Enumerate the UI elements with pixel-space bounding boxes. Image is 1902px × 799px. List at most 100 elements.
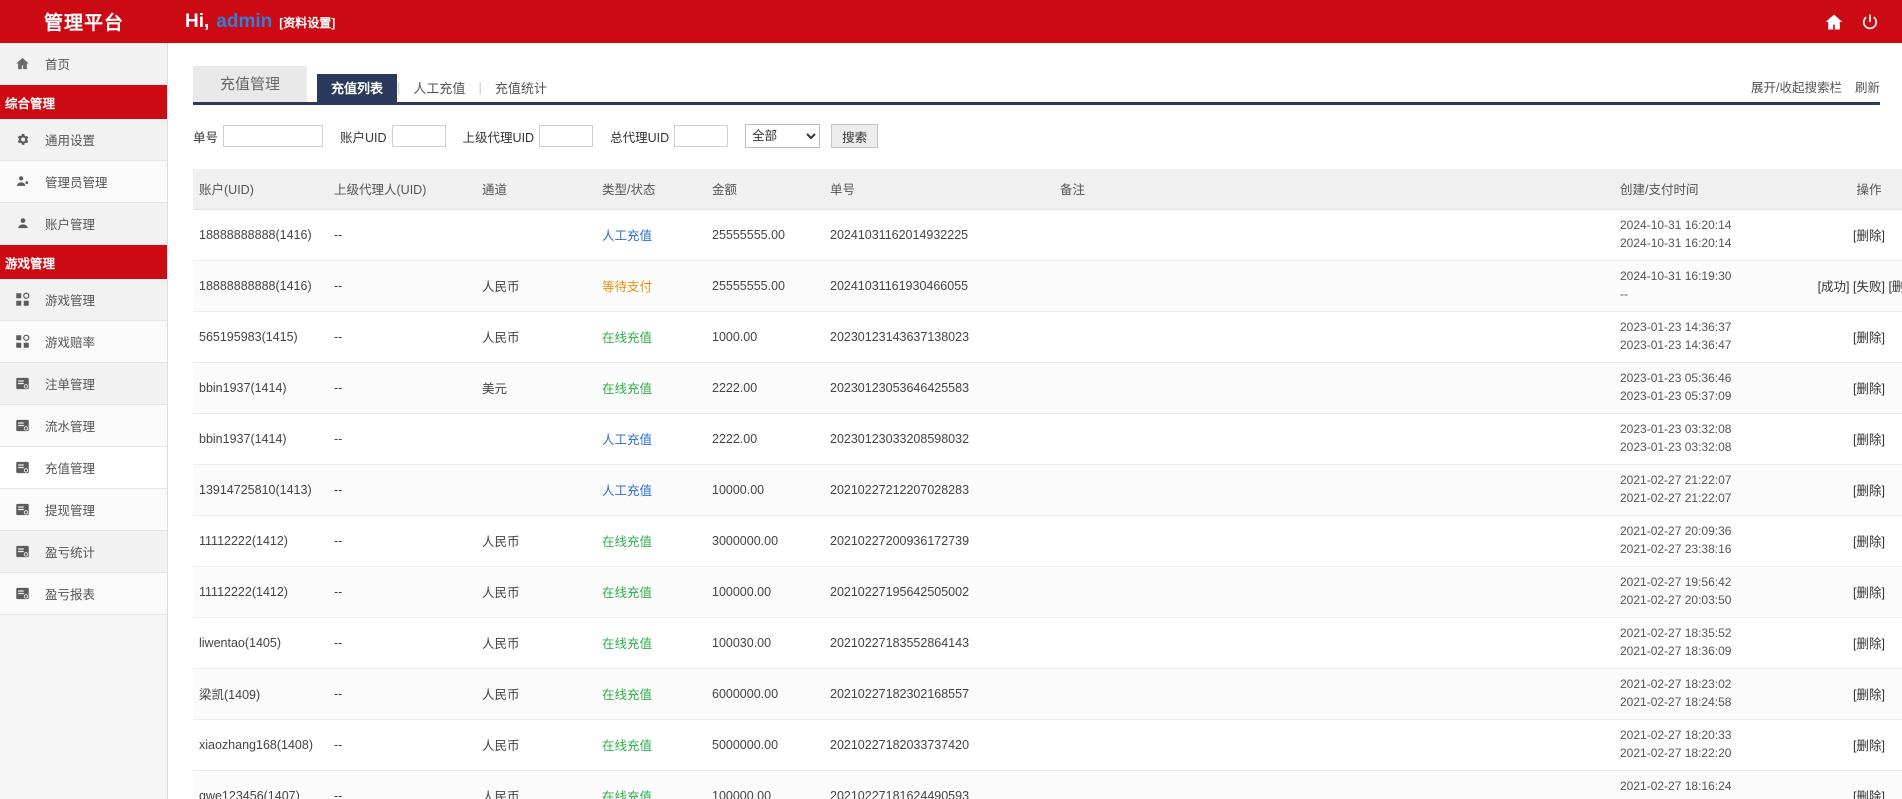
sidebar-item-首页[interactable]: 首页 <box>0 43 167 85</box>
operation-links: [删除] <box>1800 378 1902 397</box>
sidebar-item-盈亏报表[interactable]: 盈亏报表 <box>0 573 167 615</box>
cell-channel: 人民币 <box>476 719 596 771</box>
type-status-label[interactable]: 人工充值 <box>602 484 652 498</box>
delete-link[interactable]: [删除] <box>1853 382 1885 396</box>
delete-link[interactable]: [删除] <box>1853 484 1885 498</box>
sidebar-group-label: 综合管理 <box>5 92 56 112</box>
delete-link[interactable]: [删除] <box>1853 433 1885 447</box>
sidebar-group-label: 游戏管理 <box>5 252 56 272</box>
sidebar-item-流水管理[interactable]: 流水管理 <box>0 405 167 447</box>
field-top-agent-uid: 总代理UID <box>610 125 729 147</box>
created-time: 2021-02-27 18:23:02 <box>1620 677 1732 692</box>
th-create-pay-time: 创建/支付时间 <box>1614 169 1794 210</box>
tab-bar-actions: 展开/收起搜索栏 刷新 <box>1751 77 1880 102</box>
table-row: 13914725810(1413) -- 人工充值 10000.00 202102272… <box>193 464 1902 516</box>
type-status-label[interactable]: 人工充值 <box>602 433 652 447</box>
sidebar-item-label: 提现管理 <box>45 504 96 518</box>
home-icon[interactable] <box>1824 12 1844 32</box>
top-bar: 管理平台 Hi, admin [资料设置] <box>0 0 1902 43</box>
table-row: 11112222(1412) -- 人民币 在线充值 3000000.00 2021022… <box>193 515 1902 567</box>
sidebar-item-游戏赔率[interactable]: 游戏赔率 <box>0 321 167 363</box>
search-input-parent-agent-uid[interactable] <box>539 125 594 147</box>
type-status-label[interactable]: 人工充值 <box>602 229 652 243</box>
delete-link[interactable]: [删除] <box>1853 739 1885 753</box>
delete-link[interactable]: [删除] <box>1853 790 1885 799</box>
cell-operation: [删除] <box>1794 770 1902 799</box>
cell-type-status: 在线充值 <box>596 515 706 567</box>
sidebar-item-提现管理[interactable]: 提现管理 <box>0 489 167 531</box>
created-time: 2021-02-27 19:56:42 <box>1620 575 1732 590</box>
sidebar-item-充值管理[interactable]: 充值管理 <box>0 447 167 489</box>
power-icon[interactable] <box>1860 12 1880 32</box>
th-account: 账户(UID) <box>193 169 328 210</box>
operation-links: [删除] <box>1800 327 1902 346</box>
cell-account: 565195983(1415) <box>193 311 328 363</box>
search-select-type[interactable]: 全部 <box>745 124 821 148</box>
sidebar-item-盈亏统计[interactable]: 盈亏统计 <box>0 531 167 573</box>
cell-remark <box>1054 617 1614 669</box>
paid-time: 2021-02-27 18:24:58 <box>1620 694 1732 709</box>
toggle-search-bar-link[interactable]: 展开/收起搜索栏 <box>1751 77 1842 96</box>
report-icon <box>14 418 31 433</box>
sidebar-group-综合管理: 综合管理 <box>0 85 167 119</box>
recharge-table-wrapper: 账户(UID) 上级代理人(UID) 通道 类型/状态 金额 单号 备注 创建/… <box>193 169 1902 799</box>
table-row: 565195983(1415) -- 人民币 在线充值 1000.00 202301231… <box>193 311 1902 363</box>
table-header-row: 账户(UID) 上级代理人(UID) 通道 类型/状态 金额 单号 备注 创建/… <box>193 169 1902 210</box>
tab-recharge-list[interactable]: 充值列表 <box>317 74 398 102</box>
delete-link[interactable]: [删除] <box>1853 586 1885 600</box>
delete-link[interactable]: [删除] <box>1888 280 1902 294</box>
label-top-agent-uid: 总代理UID <box>610 130 670 145</box>
delete-link[interactable]: [删除] <box>1853 229 1885 243</box>
cell-amount: 2222.00 <box>706 362 824 414</box>
sidebar-item-label: 流水管理 <box>45 420 96 434</box>
tab-manual-recharge[interactable]: 人工充值 <box>400 74 478 102</box>
created-time: 2023-01-23 03:32:08 <box>1620 422 1732 437</box>
time-stack: 2021-02-27 18:35:52 2021-02-27 18:36:09 <box>1620 625 1788 660</box>
cell-type-status: 等待支付 <box>596 260 706 312</box>
search-button[interactable]: 搜索 <box>831 124 879 148</box>
cell-channel: 人民币 <box>476 617 596 669</box>
refresh-link[interactable]: 刷新 <box>1855 77 1880 96</box>
cell-account: liwentao(1405) <box>193 617 328 669</box>
th-parent-agent: 上级代理人(UID) <box>328 169 476 210</box>
sidebar-item-管理员管理[interactable]: 管理员管理 <box>0 161 167 203</box>
paid-time: 2021-02-27 18:19:25 <box>1620 796 1788 799</box>
report-icon <box>14 502 31 517</box>
mark-failed-link[interactable]: [失败] <box>1853 280 1885 294</box>
search-input-order-no[interactable] <box>223 125 324 147</box>
tab-recharge-stats[interactable]: 充值统计 <box>482 74 560 102</box>
search-input-account-uid[interactable] <box>391 125 446 147</box>
cell-create-pay-time: 2021-02-27 21:22:07 2021-02-27 21:22:07 <box>1614 464 1794 516</box>
sidebar-item-游戏管理[interactable]: 游戏管理 <box>0 279 167 321</box>
th-operation: 操作 <box>1794 169 1902 210</box>
delete-link[interactable]: [删除] <box>1853 331 1885 345</box>
mark-success-link[interactable]: [成功] <box>1818 280 1850 294</box>
cell-operation: [删除] <box>1794 362 1902 414</box>
operation-links: [成功] [失败] [删除] <box>1800 276 1902 295</box>
created-time: 2021-02-27 21:22:07 <box>1620 473 1732 488</box>
operation-links: [删除] <box>1800 684 1902 703</box>
time-stack: 2021-02-27 20:09:36 2021-02-27 23:38:16 <box>1620 523 1788 558</box>
cell-order-no: 20210227200936172739 <box>824 515 1054 567</box>
cell-type-status: 在线充值 <box>596 770 706 799</box>
table-row: 18888888888(1416) -- 人民币 等待支付 25555555.00 202… <box>193 260 1902 312</box>
cell-account: 18888888888(1416) <box>193 260 328 312</box>
cell-type-status: 人工充值 <box>596 464 706 516</box>
delete-link[interactable]: [删除] <box>1853 535 1885 549</box>
paid-time: 2021-02-27 21:22:07 <box>1620 490 1732 505</box>
cell-order-no: 20210227183552864143 <box>824 617 1054 669</box>
cell-operation: [删除] <box>1794 464 1902 516</box>
cell-create-pay-time: 2021-02-27 20:09:36 2021-02-27 23:38:16 <box>1614 515 1794 567</box>
cell-operation: [删除] <box>1794 515 1902 567</box>
sidebar-item-注单管理[interactable]: 注单管理 <box>0 363 167 405</box>
cell-create-pay-time: 2021-02-27 18:20:33 2021-02-27 18:22:20 <box>1614 719 1794 771</box>
field-order-no: 单号 <box>193 125 324 147</box>
search-input-top-agent-uid[interactable] <box>674 125 729 147</box>
cell-channel: 人民币 <box>476 515 596 567</box>
delete-link[interactable]: [删除] <box>1853 637 1885 651</box>
profile-settings-link[interactable]: [资料设置] <box>279 14 335 31</box>
table-body: 18888888888(1416) -- 人工充值 25555555.00 202410… <box>193 209 1902 799</box>
sidebar-item-账户管理[interactable]: 账户管理 <box>0 203 167 245</box>
delete-link[interactable]: [删除] <box>1853 688 1885 702</box>
sidebar-item-通用设置[interactable]: 通用设置 <box>0 119 167 161</box>
